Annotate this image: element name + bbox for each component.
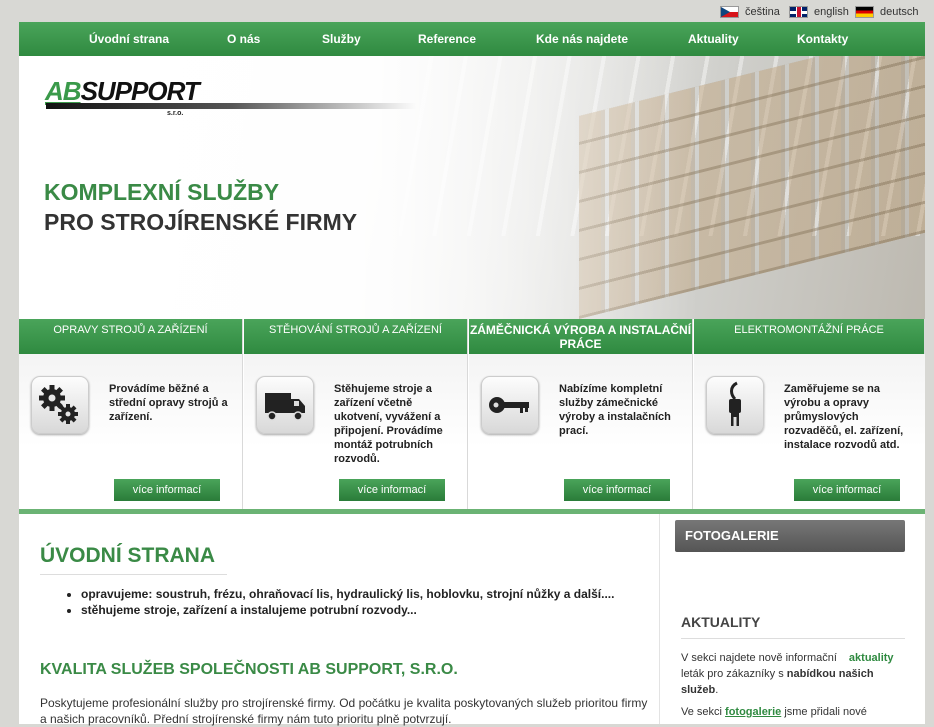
sidebar: FOTOGALERIE AKTUALITY V sekci najdete no…: [659, 514, 926, 724]
czech-flag-icon: [720, 6, 739, 18]
services-bullet-list: opravujeme: soustruh, frézu, ohraňovací …: [67, 586, 661, 618]
language-bar: čeština english deutsch: [0, 0, 934, 22]
service-title: OPRAVY STROJŮ A ZAŘÍZENÍ: [19, 319, 242, 354]
nav-sluzby[interactable]: Služby: [322, 22, 361, 56]
lang-czech[interactable]: čeština: [720, 5, 780, 19]
page-container: Úvodní strana O nás Služby Reference Kde…: [19, 22, 926, 726]
lang-czech-label: čeština: [745, 6, 780, 18]
nav-uvodni-strana[interactable]: Úvodní strana: [89, 22, 169, 56]
more-prefix: Ve sekci: [681, 706, 722, 718]
list-item: stěhujeme stroje, zařízení a instalujeme…: [81, 602, 661, 618]
more-info-button[interactable]: více informací: [114, 479, 220, 501]
plug-icon: [706, 376, 764, 434]
nav-aktuality[interactable]: Aktuality: [688, 22, 739, 56]
nav-kontakty[interactable]: Kontakty: [797, 22, 848, 56]
services-row: OPRAVY STROJŮ A ZAŘÍZENÍ Provádíme běžné…: [19, 319, 925, 514]
main-nav: Úvodní strana O nás Služby Reference Kde…: [19, 22, 925, 56]
service-card-opravy: OPRAVY STROJŮ A ZAŘÍZENÍ Provádíme běžné…: [19, 319, 243, 514]
list-item: opravujeme: soustruh, frézu, ohraňovací …: [81, 586, 661, 602]
uk-flag-icon: [789, 6, 808, 18]
gallery-button[interactable]: FOTOGALERIE: [675, 520, 905, 552]
news-text: V sekci najdete nově informační aktuality…: [681, 650, 906, 698]
service-description: Zaměřujeme se na výrobu a opravy průmysl…: [784, 383, 904, 451]
gears-icon: [31, 376, 89, 434]
nav-reference[interactable]: Reference: [418, 22, 476, 56]
logo-ab: AB: [45, 76, 82, 106]
service-title: ZÁMĚČNICKÁ VÝROBA A INSTALAČNÍ PRÁCE: [469, 319, 692, 354]
slogan-line-2: PRO STROJÍRENSKÉ FIRMY: [44, 209, 358, 235]
logo-sro: s.r.o.: [167, 110, 184, 117]
lang-german[interactable]: deutsch: [855, 5, 919, 19]
news-heading: AKTUALITY: [681, 614, 761, 630]
service-card-stehovani: STĚHOVÁNÍ STROJŮ A ZAŘÍZENÍ Stěhujeme st…: [244, 319, 468, 514]
more-suffix: jsme přidali nové: [784, 706, 867, 718]
news-text-part: V sekci najdete nově informační: [681, 652, 837, 664]
news-text-part: .: [715, 684, 719, 696]
nav-kde-nas-najdete[interactable]: Kde nás najdete: [536, 22, 628, 56]
main-content: ÚVODNÍ STRANA opravujeme: soustruh, fréz…: [19, 514, 661, 726]
page-title: ÚVODNÍ STRANA: [40, 544, 216, 567]
service-card-zamecnicka: ZÁMĚČNICKÁ VÝROBA A INSTALAČNÍ PRÁCE Nab…: [469, 319, 693, 514]
more-info-button[interactable]: více informací: [339, 479, 445, 501]
lang-german-label: deutsch: [880, 6, 919, 18]
truck-icon: [256, 376, 314, 434]
lang-english-label: english: [814, 6, 849, 18]
service-description: Nabízíme kompletní služby zámečnické výr…: [559, 383, 671, 437]
german-flag-icon: [855, 6, 874, 18]
news-divider: [681, 638, 905, 639]
service-title: STĚHOVÁNÍ STROJŮ A ZAŘÍZENÍ: [244, 319, 467, 354]
more-info-button[interactable]: více informací: [794, 479, 900, 501]
gallery-news-text: Ve sekci fotogalerie jsme přidali nové: [681, 704, 906, 720]
logo-support: SUPPORT: [80, 76, 200, 106]
gallery-link[interactable]: fotogalerie: [725, 706, 781, 718]
slogan-line-1: KOMPLEXNÍ SLUŽBY: [44, 179, 280, 205]
nav-o-nas[interactable]: O nás: [227, 22, 260, 56]
news-link[interactable]: aktuality: [837, 652, 894, 664]
news-text-part: leták pro zákazníky s: [681, 668, 784, 680]
service-title: ELEKTROMONTÁŽNÍ PRÁCE: [694, 319, 924, 354]
section-heading: KVALITA SLUŽEB SPOLEČNOSTI AB SUPPORT, S…: [40, 661, 458, 678]
service-description: Stěhujeme stroje a zařízení včetně ukotv…: [334, 383, 443, 465]
hero-banner: ABSUPPORT s.r.o. KOMPLEXNÍ SLUŽBY PRO ST…: [19, 56, 925, 319]
lang-english[interactable]: english: [789, 5, 849, 19]
intro-paragraph: Poskytujeme profesionální služby pro str…: [40, 696, 648, 726]
service-description: Provádíme běžné a střední opravy strojů …: [109, 383, 228, 423]
title-divider: [40, 574, 227, 575]
service-card-elektromontazni: ELEKTROMONTÁŽNÍ PRÁCE Zaměřujeme se na v…: [694, 319, 925, 514]
key-icon: [481, 376, 539, 434]
logo-underline-bar: [46, 103, 416, 109]
more-info-button[interactable]: více informací: [564, 479, 670, 501]
